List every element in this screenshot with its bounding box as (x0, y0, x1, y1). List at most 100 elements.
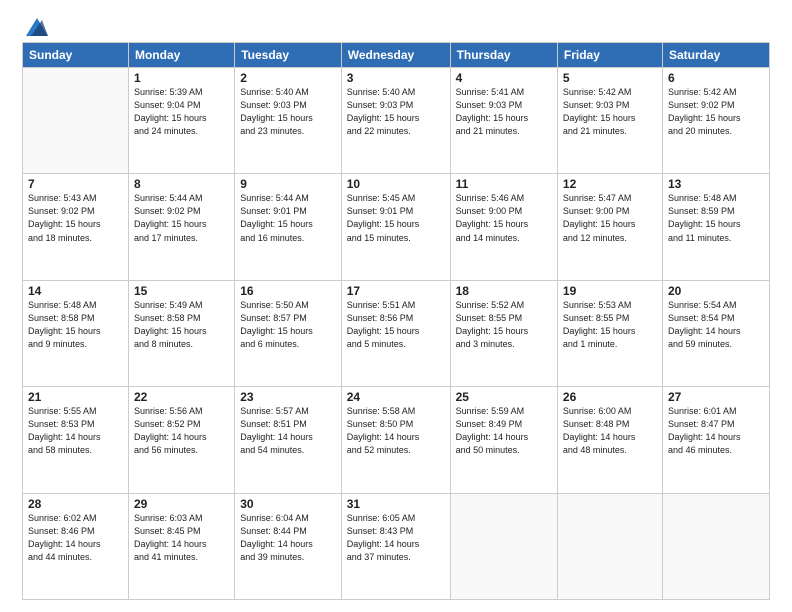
cell-info: Sunrise: 5:45 AM Sunset: 9:01 PM Dayligh… (347, 192, 445, 244)
day-number: 9 (240, 177, 336, 191)
day-number: 17 (347, 284, 445, 298)
day-number: 26 (563, 390, 657, 404)
cell-info: Sunrise: 5:40 AM Sunset: 9:03 PM Dayligh… (240, 86, 336, 138)
cell-info: Sunrise: 5:44 AM Sunset: 9:01 PM Dayligh… (240, 192, 336, 244)
cell-info: Sunrise: 5:51 AM Sunset: 8:56 PM Dayligh… (347, 299, 445, 351)
day-number: 25 (456, 390, 552, 404)
logo-icon (26, 18, 48, 36)
calendar-cell: 23Sunrise: 5:57 AM Sunset: 8:51 PM Dayli… (235, 387, 342, 493)
header-friday: Friday (557, 43, 662, 68)
header-thursday: Thursday (450, 43, 557, 68)
header-tuesday: Tuesday (235, 43, 342, 68)
cell-info: Sunrise: 5:40 AM Sunset: 9:03 PM Dayligh… (347, 86, 445, 138)
cell-info: Sunrise: 5:59 AM Sunset: 8:49 PM Dayligh… (456, 405, 552, 457)
header-monday: Monday (128, 43, 234, 68)
page: SundayMondayTuesdayWednesdayThursdayFrid… (0, 0, 792, 612)
day-number: 11 (456, 177, 552, 191)
day-number: 22 (134, 390, 229, 404)
day-number: 4 (456, 71, 552, 85)
day-number: 6 (668, 71, 764, 85)
calendar-cell (23, 68, 129, 174)
day-number: 7 (28, 177, 123, 191)
day-number: 19 (563, 284, 657, 298)
calendar-cell: 31Sunrise: 6:05 AM Sunset: 8:43 PM Dayli… (341, 493, 450, 599)
calendar-cell (662, 493, 769, 599)
calendar-cell: 28Sunrise: 6:02 AM Sunset: 8:46 PM Dayli… (23, 493, 129, 599)
calendar-cell: 14Sunrise: 5:48 AM Sunset: 8:58 PM Dayli… (23, 280, 129, 386)
calendar-cell: 7Sunrise: 5:43 AM Sunset: 9:02 PM Daylig… (23, 174, 129, 280)
cell-info: Sunrise: 5:48 AM Sunset: 8:59 PM Dayligh… (668, 192, 764, 244)
day-number: 2 (240, 71, 336, 85)
calendar-cell: 3Sunrise: 5:40 AM Sunset: 9:03 PM Daylig… (341, 68, 450, 174)
calendar-cell (450, 493, 557, 599)
calendar-cell: 21Sunrise: 5:55 AM Sunset: 8:53 PM Dayli… (23, 387, 129, 493)
day-number: 12 (563, 177, 657, 191)
cell-info: Sunrise: 5:57 AM Sunset: 8:51 PM Dayligh… (240, 405, 336, 457)
day-number: 30 (240, 497, 336, 511)
calendar-cell (557, 493, 662, 599)
calendar-cell: 26Sunrise: 6:00 AM Sunset: 8:48 PM Dayli… (557, 387, 662, 493)
day-number: 3 (347, 71, 445, 85)
cell-info: Sunrise: 5:42 AM Sunset: 9:02 PM Dayligh… (668, 86, 764, 138)
calendar-cell: 20Sunrise: 5:54 AM Sunset: 8:54 PM Dayli… (662, 280, 769, 386)
week-row-3: 21Sunrise: 5:55 AM Sunset: 8:53 PM Dayli… (23, 387, 770, 493)
cell-info: Sunrise: 5:54 AM Sunset: 8:54 PM Dayligh… (668, 299, 764, 351)
week-row-4: 28Sunrise: 6:02 AM Sunset: 8:46 PM Dayli… (23, 493, 770, 599)
day-number: 16 (240, 284, 336, 298)
calendar-cell: 29Sunrise: 6:03 AM Sunset: 8:45 PM Dayli… (128, 493, 234, 599)
cell-info: Sunrise: 6:01 AM Sunset: 8:47 PM Dayligh… (668, 405, 764, 457)
day-number: 1 (134, 71, 229, 85)
calendar-cell: 13Sunrise: 5:48 AM Sunset: 8:59 PM Dayli… (662, 174, 769, 280)
calendar-cell: 16Sunrise: 5:50 AM Sunset: 8:57 PM Dayli… (235, 280, 342, 386)
cell-info: Sunrise: 6:00 AM Sunset: 8:48 PM Dayligh… (563, 405, 657, 457)
calendar-cell: 8Sunrise: 5:44 AM Sunset: 9:02 PM Daylig… (128, 174, 234, 280)
calendar-cell: 15Sunrise: 5:49 AM Sunset: 8:58 PM Dayli… (128, 280, 234, 386)
cell-info: Sunrise: 5:58 AM Sunset: 8:50 PM Dayligh… (347, 405, 445, 457)
day-number: 14 (28, 284, 123, 298)
day-number: 27 (668, 390, 764, 404)
cell-info: Sunrise: 5:49 AM Sunset: 8:58 PM Dayligh… (134, 299, 229, 351)
calendar-cell: 17Sunrise: 5:51 AM Sunset: 8:56 PM Dayli… (341, 280, 450, 386)
calendar-cell: 6Sunrise: 5:42 AM Sunset: 9:02 PM Daylig… (662, 68, 769, 174)
calendar-cell: 5Sunrise: 5:42 AM Sunset: 9:03 PM Daylig… (557, 68, 662, 174)
cell-info: Sunrise: 5:46 AM Sunset: 9:00 PM Dayligh… (456, 192, 552, 244)
cell-info: Sunrise: 5:48 AM Sunset: 8:58 PM Dayligh… (28, 299, 123, 351)
calendar-header-row: SundayMondayTuesdayWednesdayThursdayFrid… (23, 43, 770, 68)
day-number: 15 (134, 284, 229, 298)
calendar-cell: 27Sunrise: 6:01 AM Sunset: 8:47 PM Dayli… (662, 387, 769, 493)
day-number: 10 (347, 177, 445, 191)
cell-info: Sunrise: 5:56 AM Sunset: 8:52 PM Dayligh… (134, 405, 229, 457)
header-saturday: Saturday (662, 43, 769, 68)
day-number: 20 (668, 284, 764, 298)
cell-info: Sunrise: 5:44 AM Sunset: 9:02 PM Dayligh… (134, 192, 229, 244)
header-sunday: Sunday (23, 43, 129, 68)
calendar-cell: 25Sunrise: 5:59 AM Sunset: 8:49 PM Dayli… (450, 387, 557, 493)
day-number: 18 (456, 284, 552, 298)
calendar-cell: 10Sunrise: 5:45 AM Sunset: 9:01 PM Dayli… (341, 174, 450, 280)
calendar-cell: 1Sunrise: 5:39 AM Sunset: 9:04 PM Daylig… (128, 68, 234, 174)
cell-info: Sunrise: 5:53 AM Sunset: 8:55 PM Dayligh… (563, 299, 657, 351)
cell-info: Sunrise: 6:05 AM Sunset: 8:43 PM Dayligh… (347, 512, 445, 564)
calendar-cell: 9Sunrise: 5:44 AM Sunset: 9:01 PM Daylig… (235, 174, 342, 280)
calendar-cell: 19Sunrise: 5:53 AM Sunset: 8:55 PM Dayli… (557, 280, 662, 386)
logo (22, 18, 48, 32)
day-number: 31 (347, 497, 445, 511)
day-number: 13 (668, 177, 764, 191)
calendar-cell: 4Sunrise: 5:41 AM Sunset: 9:03 PM Daylig… (450, 68, 557, 174)
cell-info: Sunrise: 6:03 AM Sunset: 8:45 PM Dayligh… (134, 512, 229, 564)
cell-info: Sunrise: 6:04 AM Sunset: 8:44 PM Dayligh… (240, 512, 336, 564)
cell-info: Sunrise: 5:43 AM Sunset: 9:02 PM Dayligh… (28, 192, 123, 244)
day-number: 23 (240, 390, 336, 404)
calendar-cell: 30Sunrise: 6:04 AM Sunset: 8:44 PM Dayli… (235, 493, 342, 599)
calendar-table: SundayMondayTuesdayWednesdayThursdayFrid… (22, 42, 770, 600)
week-row-2: 14Sunrise: 5:48 AM Sunset: 8:58 PM Dayli… (23, 280, 770, 386)
day-number: 5 (563, 71, 657, 85)
calendar-cell: 18Sunrise: 5:52 AM Sunset: 8:55 PM Dayli… (450, 280, 557, 386)
week-row-1: 7Sunrise: 5:43 AM Sunset: 9:02 PM Daylig… (23, 174, 770, 280)
week-row-0: 1Sunrise: 5:39 AM Sunset: 9:04 PM Daylig… (23, 68, 770, 174)
cell-info: Sunrise: 6:02 AM Sunset: 8:46 PM Dayligh… (28, 512, 123, 564)
day-number: 21 (28, 390, 123, 404)
cell-info: Sunrise: 5:39 AM Sunset: 9:04 PM Dayligh… (134, 86, 229, 138)
day-number: 28 (28, 497, 123, 511)
cell-info: Sunrise: 5:42 AM Sunset: 9:03 PM Dayligh… (563, 86, 657, 138)
